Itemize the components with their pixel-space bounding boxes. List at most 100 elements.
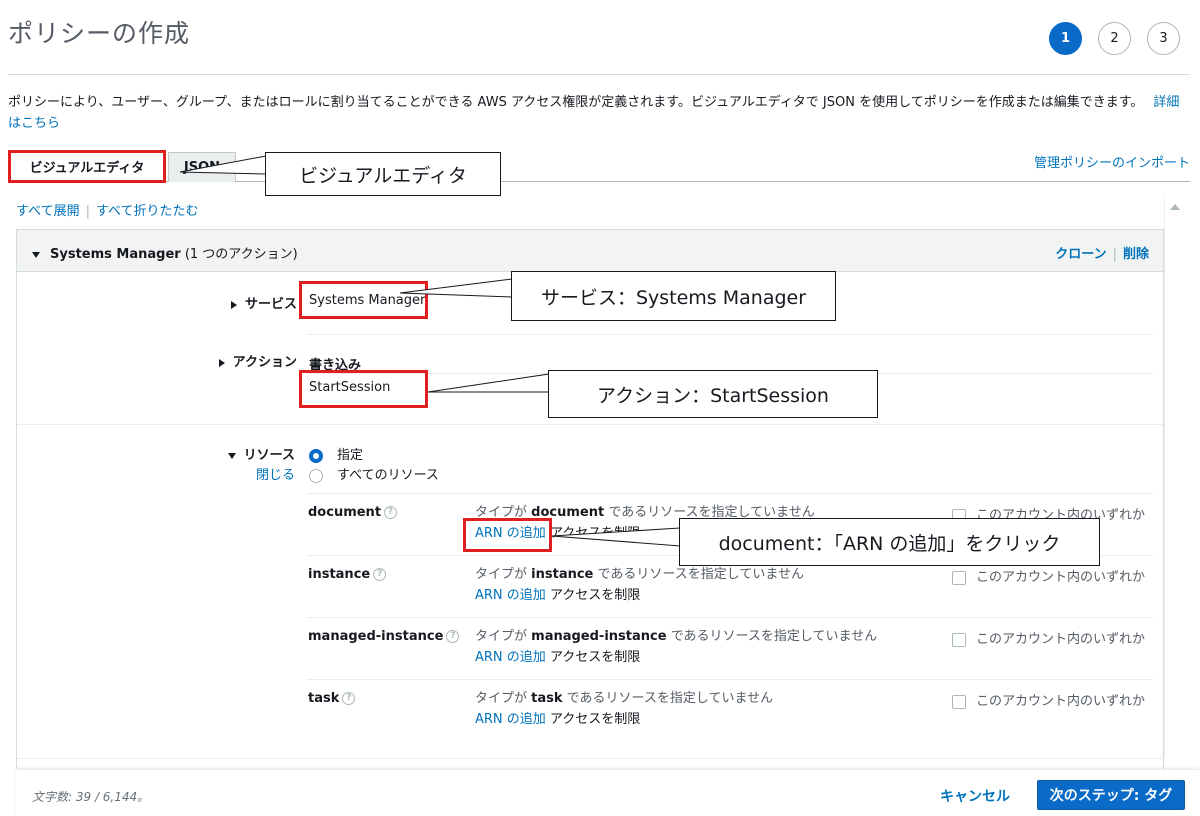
any-in-account-label: このアカウント内のいずれか (976, 570, 1146, 585)
footer-bar: 文字数: 39 / 6,144。 キャンセル 次のステップ: タグ (16, 769, 1200, 816)
cancel-button[interactable]: キャンセル (940, 786, 1010, 806)
expand-collapse-controls: すべて展開 | すべて折りたたむ (16, 200, 199, 219)
radio-all-resources[interactable]: すべてのリソース (309, 464, 439, 483)
any-in-account-label: このアカウント内のいずれか (976, 632, 1146, 647)
checkbox-icon (952, 694, 966, 709)
section-divider (17, 424, 1163, 425)
step-2: 2 (1098, 22, 1131, 55)
action-label-text: アクション (232, 355, 297, 370)
caret-down-icon (32, 251, 40, 258)
resource-name: task? (308, 691, 356, 706)
add-arn-link[interactable]: ARN の追加 (475, 712, 546, 727)
row-divider (307, 493, 1153, 494)
service-label[interactable]: サービス (207, 293, 297, 312)
step-3: 3 (1147, 22, 1180, 55)
desc-type: instance (531, 567, 594, 582)
expand-all-link[interactable]: すべて展開 (16, 204, 80, 219)
panel-service-name: Systems Manager (50, 247, 181, 262)
desc-prefix: タイプが (475, 567, 528, 582)
clone-link[interactable]: クローン (1055, 247, 1106, 262)
desc-suffix: であるリソースを指定していません (670, 629, 878, 644)
panel-actions: クローン | 削除 (1055, 243, 1149, 262)
intro-description: ポリシーにより、ユーザー、グループ、またはロールに割り当てることができる AWS… (8, 95, 1144, 110)
any-in-account-label: このアカウント内のいずれか (976, 694, 1146, 709)
add-arn-link[interactable]: ARN の追加 (475, 588, 546, 603)
resource-name-text: task (308, 691, 340, 706)
caret-right-icon (230, 300, 237, 309)
highlight-add-arn (463, 518, 552, 552)
resource-name: instance? (308, 567, 387, 582)
row-divider (307, 679, 1153, 680)
callout-service: サービス：Systems Manager (511, 271, 836, 321)
import-managed-policy-link[interactable]: 管理ポリシーのインポート (1034, 152, 1190, 171)
help-icon[interactable]: ? (384, 506, 398, 519)
callout-document: document：「ARN の追加」をクリック (679, 518, 1100, 566)
caret-down-icon (227, 452, 236, 459)
highlight-service (299, 281, 428, 319)
header-divider (8, 74, 1190, 75)
add-arn-link[interactable]: ARN の追加 (475, 650, 546, 665)
service-label-text: サービス (244, 297, 297, 312)
callout-action: アクション：StartSession (548, 370, 878, 418)
resources-label[interactable]: リソース (207, 444, 295, 463)
restrict-access-text: アクセスを制限 (549, 650, 641, 665)
next-step-tags-button[interactable]: 次のステップ: タグ (1037, 780, 1185, 810)
help-icon[interactable]: ? (342, 692, 356, 705)
radio-selected-icon (309, 448, 323, 463)
collapse-all-link[interactable]: すべて折りたたむ (96, 204, 199, 219)
tab-visual-editor[interactable]: ビジュアルエディタ (8, 150, 166, 183)
callout-visual-editor: ビジュアルエディタ (265, 152, 501, 196)
tab-json[interactable]: JSON (168, 152, 236, 182)
checkbox-icon (952, 570, 966, 585)
resource-description: タイプが task であるリソースを指定していません ARN の追加 アクセスを… (475, 688, 773, 730)
resource-name-text: instance (308, 567, 371, 582)
resource-name-text: document (308, 505, 382, 520)
step-1: 1 (1049, 22, 1082, 55)
help-icon[interactable]: ? (446, 630, 460, 643)
panel-header[interactable]: Systems Manager (1 つのアクション) クローン | 削除 (17, 230, 1163, 272)
radio-all-label: すべてのリソース (337, 468, 439, 483)
intro-text: ポリシーにより、ユーザー、グループ、またはロールに割り当てることができる AWS… (8, 92, 1188, 134)
resource-name-text: managed-instance (308, 629, 444, 644)
desc-prefix: タイプが (475, 629, 528, 644)
radio-unselected-icon (309, 468, 323, 483)
step-indicator: 1 2 3 (1049, 22, 1180, 55)
scrollbar[interactable] (1164, 198, 1190, 758)
delete-link[interactable]: 削除 (1123, 247, 1149, 262)
desc-prefix: タイプが (475, 691, 528, 706)
restrict-access-text: アクセスを制限 (549, 526, 641, 541)
action-label[interactable]: アクション (187, 351, 297, 370)
resource-description: タイプが managed-instance であるリソースを指定していません A… (475, 626, 877, 668)
highlight-action (299, 370, 428, 408)
char-count: 文字数: 39 / 6,144。 (32, 790, 150, 804)
any-in-account-checkbox[interactable]: このアカウント内のいずれか (952, 690, 1145, 709)
desc-suffix: であるリソースを指定していません (597, 567, 804, 582)
row-divider (307, 617, 1153, 618)
editor-tabs: JSON ビジュアルエディタ 管理ポリシーのインポート (8, 150, 1190, 183)
help-icon[interactable]: ? (373, 568, 387, 581)
restrict-access-text: アクセスを制限 (549, 712, 641, 727)
any-in-account-checkbox[interactable]: このアカウント内のいずれか (952, 566, 1145, 585)
desc-type: managed-instance (531, 629, 667, 644)
desc-type: task (531, 691, 563, 706)
caret-right-icon (218, 358, 225, 367)
scroll-up-arrow-icon[interactable] (1170, 204, 1180, 210)
desc-suffix: であるリソースを指定していません (566, 691, 774, 706)
restrict-access-text: アクセスを制限 (549, 588, 641, 603)
page-title: ポリシーの作成 (8, 19, 191, 48)
resource-name: document? (308, 505, 398, 520)
row-divider (307, 334, 1153, 335)
resource-description: タイプが instance であるリソースを指定していません ARN の追加 ア… (475, 564, 804, 606)
checkbox-icon (952, 632, 966, 647)
panel-action-count: (1 つのアクション) (184, 247, 298, 262)
resources-label-text: リソース (243, 448, 295, 463)
section-divider (17, 758, 1163, 759)
panel-title: Systems Manager (1 つのアクション) (32, 243, 298, 262)
divider: | (85, 204, 90, 219)
any-in-account-checkbox[interactable]: このアカウント内のいずれか (952, 628, 1145, 647)
close-resources-link[interactable]: 閉じる (251, 464, 295, 483)
radio-specific-label: 指定 (337, 448, 364, 463)
divider: | (1112, 247, 1117, 262)
resource-name: managed-instance? (308, 629, 460, 644)
radio-specific[interactable]: 指定 (309, 444, 363, 463)
